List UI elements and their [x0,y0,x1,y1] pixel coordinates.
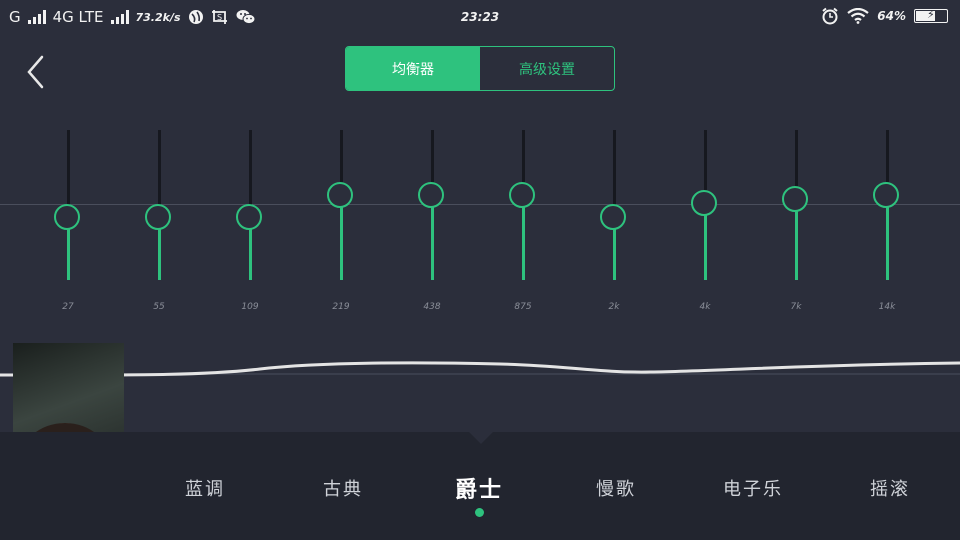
selection-pointer [469,432,493,444]
eq-band-slider[interactable]: 438 [412,130,452,312]
eq-band-slider[interactable]: 27 [48,130,88,312]
back-icon[interactable] [24,54,50,90]
slider-knob[interactable] [145,204,171,230]
band-frequency-label: 109 [241,302,259,312]
band-frequency-label: 27 [62,302,74,312]
preset-item[interactable]: 爵士 [429,472,529,504]
selected-indicator [475,508,484,517]
eq-band-slider[interactable]: 875 [503,130,543,312]
eq-band-slider[interactable]: 14k [867,130,907,312]
slider-knob[interactable] [418,182,444,209]
eq-band-slider[interactable]: 219 [321,130,361,312]
slider-knob[interactable] [509,182,535,209]
alarm-icon [822,7,838,25]
slider-knob[interactable] [327,182,353,209]
equalizer: 27 55 109 219 438 875 2k 4k 7k 14k [0,120,960,320]
battery-percent: 64% [877,9,906,23]
preset-item[interactable]: 慢歌 [566,475,666,501]
slider-knob[interactable] [782,186,808,212]
clock: 23:23 [460,10,500,24]
tab-switcher: 均衡器 高级设置 [345,46,615,91]
slider-knob[interactable] [54,204,80,230]
eq-band-slider[interactable]: 109 [230,130,270,312]
battery-icon: ⚡ [914,8,948,23]
eq-band-slider[interactable]: 2k [594,130,634,312]
band-frequency-label: 55 [153,302,165,312]
band-frequency-label: 219 [332,302,350,312]
preset-item[interactable]: 电子乐 [703,475,803,501]
eq-band-slider[interactable]: 7k [776,130,816,312]
band-frequency-label: 7k [790,302,802,312]
preset-item[interactable]: 摇滚 [840,475,940,501]
band-frequency-label: 875 [514,302,532,312]
eq-band-slider[interactable]: 4k [685,130,725,312]
status-bar: G 4G LTE 73.2k/s S 23:23 64% ⚡ [0,0,960,34]
slider-knob[interactable] [600,204,626,230]
preset-item[interactable]: 古典 [293,475,393,501]
band-frequency-label: 2k [608,302,620,312]
eq-response-curve [0,361,960,377]
slider-knob[interactable] [873,182,899,209]
eq-band-slider[interactable]: 55 [139,130,179,312]
preset-item[interactable]: 蓝调 [155,475,255,501]
preset-bar: 蓝调 古典 爵士 慢歌 电子乐 摇滚 [0,432,960,540]
tab-equalizer[interactable]: 均衡器 [346,47,480,90]
band-frequency-label: 14k [878,302,896,312]
wifi-icon [847,8,869,24]
band-frequency-label: 4k [699,302,711,312]
tab-advanced-settings[interactable]: 高级设置 [480,47,614,90]
slider-knob[interactable] [236,204,262,230]
band-frequency-label: 438 [423,302,441,312]
slider-knob[interactable] [691,189,717,216]
